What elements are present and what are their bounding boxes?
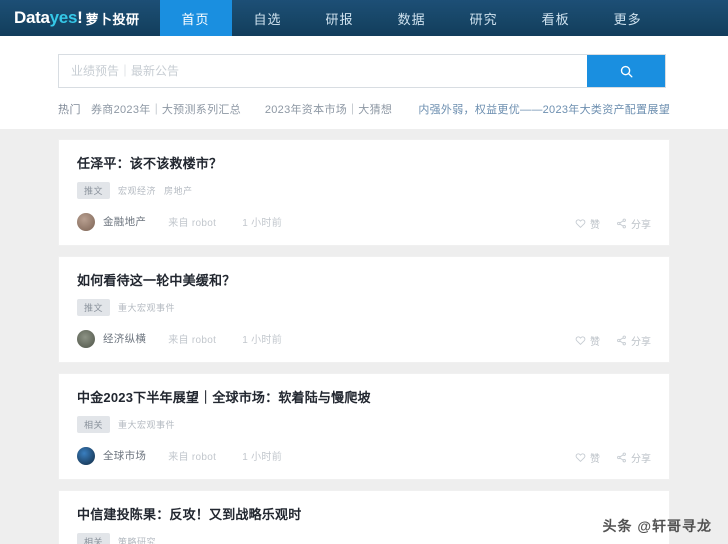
logo-subtitle: 萝卜投研 bbox=[85, 11, 140, 27]
like-label: 赞 bbox=[590, 453, 600, 465]
like-button[interactable]: 赞 bbox=[575, 333, 600, 348]
article-timestamp: 1 小时前 bbox=[242, 452, 283, 464]
search-panel: 热门 券商2023年｜大预测系列汇总 2023年资本市场｜大猜想 内强外弱，权益… bbox=[0, 36, 728, 129]
avatar[interactable] bbox=[77, 446, 95, 465]
hot-topics-label: 热门 bbox=[58, 104, 81, 116]
search-icon bbox=[619, 64, 634, 79]
hot-topic-link-3[interactable]: 内强外弱，权益更优——2023年大类资产配置展望 bbox=[418, 101, 670, 117]
article-title[interactable]: 任泽平：该不该救楼市？ bbox=[77, 156, 651, 173]
hot-topics-row: 热门 券商2023年｜大预测系列汇总 2023年资本市场｜大猜想 内强外弱，权益… bbox=[58, 101, 670, 117]
article-card[interactable]: 中金2023下半年展望｜全球市场：软着陆与慢爬坡 相关 重大宏观事件 全球市场 … bbox=[58, 372, 670, 480]
nav-item-dashboard[interactable]: 看板 bbox=[520, 0, 592, 36]
article-type-badge[interactable]: 相关 bbox=[77, 415, 111, 433]
search-button[interactable] bbox=[587, 55, 665, 87]
article-card[interactable]: 如何看待这一轮中美缓和？ 推文 重大宏观事件 经济纵横 来自 robot 1 小… bbox=[58, 255, 670, 363]
share-label: 分享 bbox=[631, 453, 651, 465]
article-type-badge[interactable]: 推文 bbox=[77, 298, 111, 316]
nav-items-container: 首页 自选 研报 数据 研究 看板 更多 bbox=[159, 0, 664, 36]
search-bar bbox=[58, 54, 666, 88]
share-icon bbox=[616, 452, 627, 463]
article-card[interactable]: 中信建投陈果：反攻！又到战略乐观时 相关 策略研究 A股风向标 来自 robot… bbox=[58, 489, 670, 544]
share-label: 分享 bbox=[631, 219, 651, 231]
article-source: 来自 robot bbox=[168, 335, 217, 347]
article-meta-row: 全球市场 来自 robot 1 小时前 bbox=[77, 446, 651, 465]
article-author[interactable]: 经济纵横 bbox=[103, 331, 146, 346]
article-tag[interactable]: 宏观经济 bbox=[118, 184, 156, 197]
article-tag[interactable]: 策略研究 bbox=[118, 535, 156, 544]
article-type-badge[interactable]: 推文 bbox=[77, 181, 111, 199]
logo-wordmark: Datayes! bbox=[14, 8, 83, 28]
nav-item-research[interactable]: 研究 bbox=[448, 0, 520, 36]
article-tag[interactable]: 房地产 bbox=[164, 184, 193, 197]
logo-text-data: Data bbox=[14, 8, 50, 27]
like-button[interactable]: 赞 bbox=[575, 450, 600, 465]
article-title[interactable]: 中金2023下半年展望｜全球市场：软着陆与慢爬坡 bbox=[77, 390, 651, 407]
avatar[interactable] bbox=[77, 212, 95, 231]
avatar[interactable] bbox=[77, 329, 95, 348]
article-timestamp: 1 小时前 bbox=[242, 218, 283, 230]
logo-text-bang: ! bbox=[77, 8, 83, 27]
article-author[interactable]: 金融地产 bbox=[103, 214, 146, 229]
article-tag-row: 推文 宏观经济 房地产 bbox=[77, 181, 651, 199]
nav-item-home[interactable]: 首页 bbox=[159, 0, 232, 36]
hot-topic-link-2[interactable]: 2023年资本市场｜大猜想 bbox=[265, 101, 392, 117]
nav-item-watchlist[interactable]: 自选 bbox=[232, 0, 304, 36]
share-icon bbox=[616, 218, 627, 229]
article-tag[interactable]: 重大宏观事件 bbox=[118, 301, 175, 314]
share-button[interactable]: 分享 bbox=[616, 333, 651, 348]
hot-topic-link-1[interactable]: 券商2023年｜大预测系列汇总 bbox=[91, 101, 241, 117]
heart-icon bbox=[575, 218, 586, 229]
share-button[interactable]: 分享 bbox=[616, 450, 651, 465]
article-source: 来自 robot bbox=[168, 218, 217, 230]
logo-text-yes: yes bbox=[49, 8, 78, 27]
heart-icon bbox=[575, 452, 586, 463]
article-meta-row: 经济纵横 来自 robot 1 小时前 bbox=[77, 329, 651, 348]
article-title[interactable]: 中信建投陈果：反攻！又到战略乐观时 bbox=[77, 507, 651, 524]
nav-item-more[interactable]: 更多 bbox=[592, 0, 664, 36]
heart-icon bbox=[575, 335, 586, 346]
article-title[interactable]: 如何看待这一轮中美缓和？ bbox=[77, 273, 651, 290]
nav-item-research-reports[interactable]: 研报 bbox=[304, 0, 376, 36]
search-input[interactable] bbox=[59, 55, 587, 87]
nav-item-data[interactable]: 数据 bbox=[376, 0, 448, 36]
share-icon bbox=[616, 335, 627, 346]
article-type-badge[interactable]: 相关 bbox=[77, 532, 111, 544]
article-tag-row: 相关 策略研究 bbox=[77, 532, 651, 544]
article-tag-row: 相关 重大宏观事件 bbox=[77, 415, 651, 433]
top-navigation-bar: Datayes! 萝卜投研 首页 自选 研报 数据 研究 看板 更多 bbox=[0, 0, 728, 36]
article-meta-row: 金融地产 来自 robot 1 小时前 bbox=[77, 212, 651, 231]
app-root: Datayes! 萝卜投研 首页 自选 研报 数据 研究 看板 更多 业绩预告｜… bbox=[0, 0, 728, 544]
like-label: 赞 bbox=[590, 336, 600, 348]
article-author[interactable]: 全球市场 bbox=[103, 448, 146, 463]
article-feed: 任泽平：该不该救楼市？ 推文 宏观经济 房地产 金融地产 来自 robot 1 … bbox=[0, 129, 728, 544]
share-label: 分享 bbox=[631, 336, 651, 348]
site-logo[interactable]: Datayes! 萝卜投研 bbox=[0, 0, 150, 36]
article-timestamp: 1 小时前 bbox=[242, 335, 283, 347]
share-button[interactable]: 分享 bbox=[616, 216, 651, 231]
like-label: 赞 bbox=[590, 219, 600, 231]
article-source: 来自 robot bbox=[168, 452, 217, 464]
article-card[interactable]: 任泽平：该不该救楼市？ 推文 宏观经济 房地产 金融地产 来自 robot 1 … bbox=[58, 139, 670, 246]
article-actions: 赞 分享 bbox=[575, 450, 651, 465]
article-tag-row: 推文 重大宏观事件 bbox=[77, 298, 651, 316]
article-actions: 赞 分享 bbox=[575, 333, 651, 348]
like-button[interactable]: 赞 bbox=[575, 216, 600, 231]
article-tag[interactable]: 重大宏观事件 bbox=[118, 418, 175, 431]
article-actions: 赞 分享 bbox=[575, 216, 651, 231]
